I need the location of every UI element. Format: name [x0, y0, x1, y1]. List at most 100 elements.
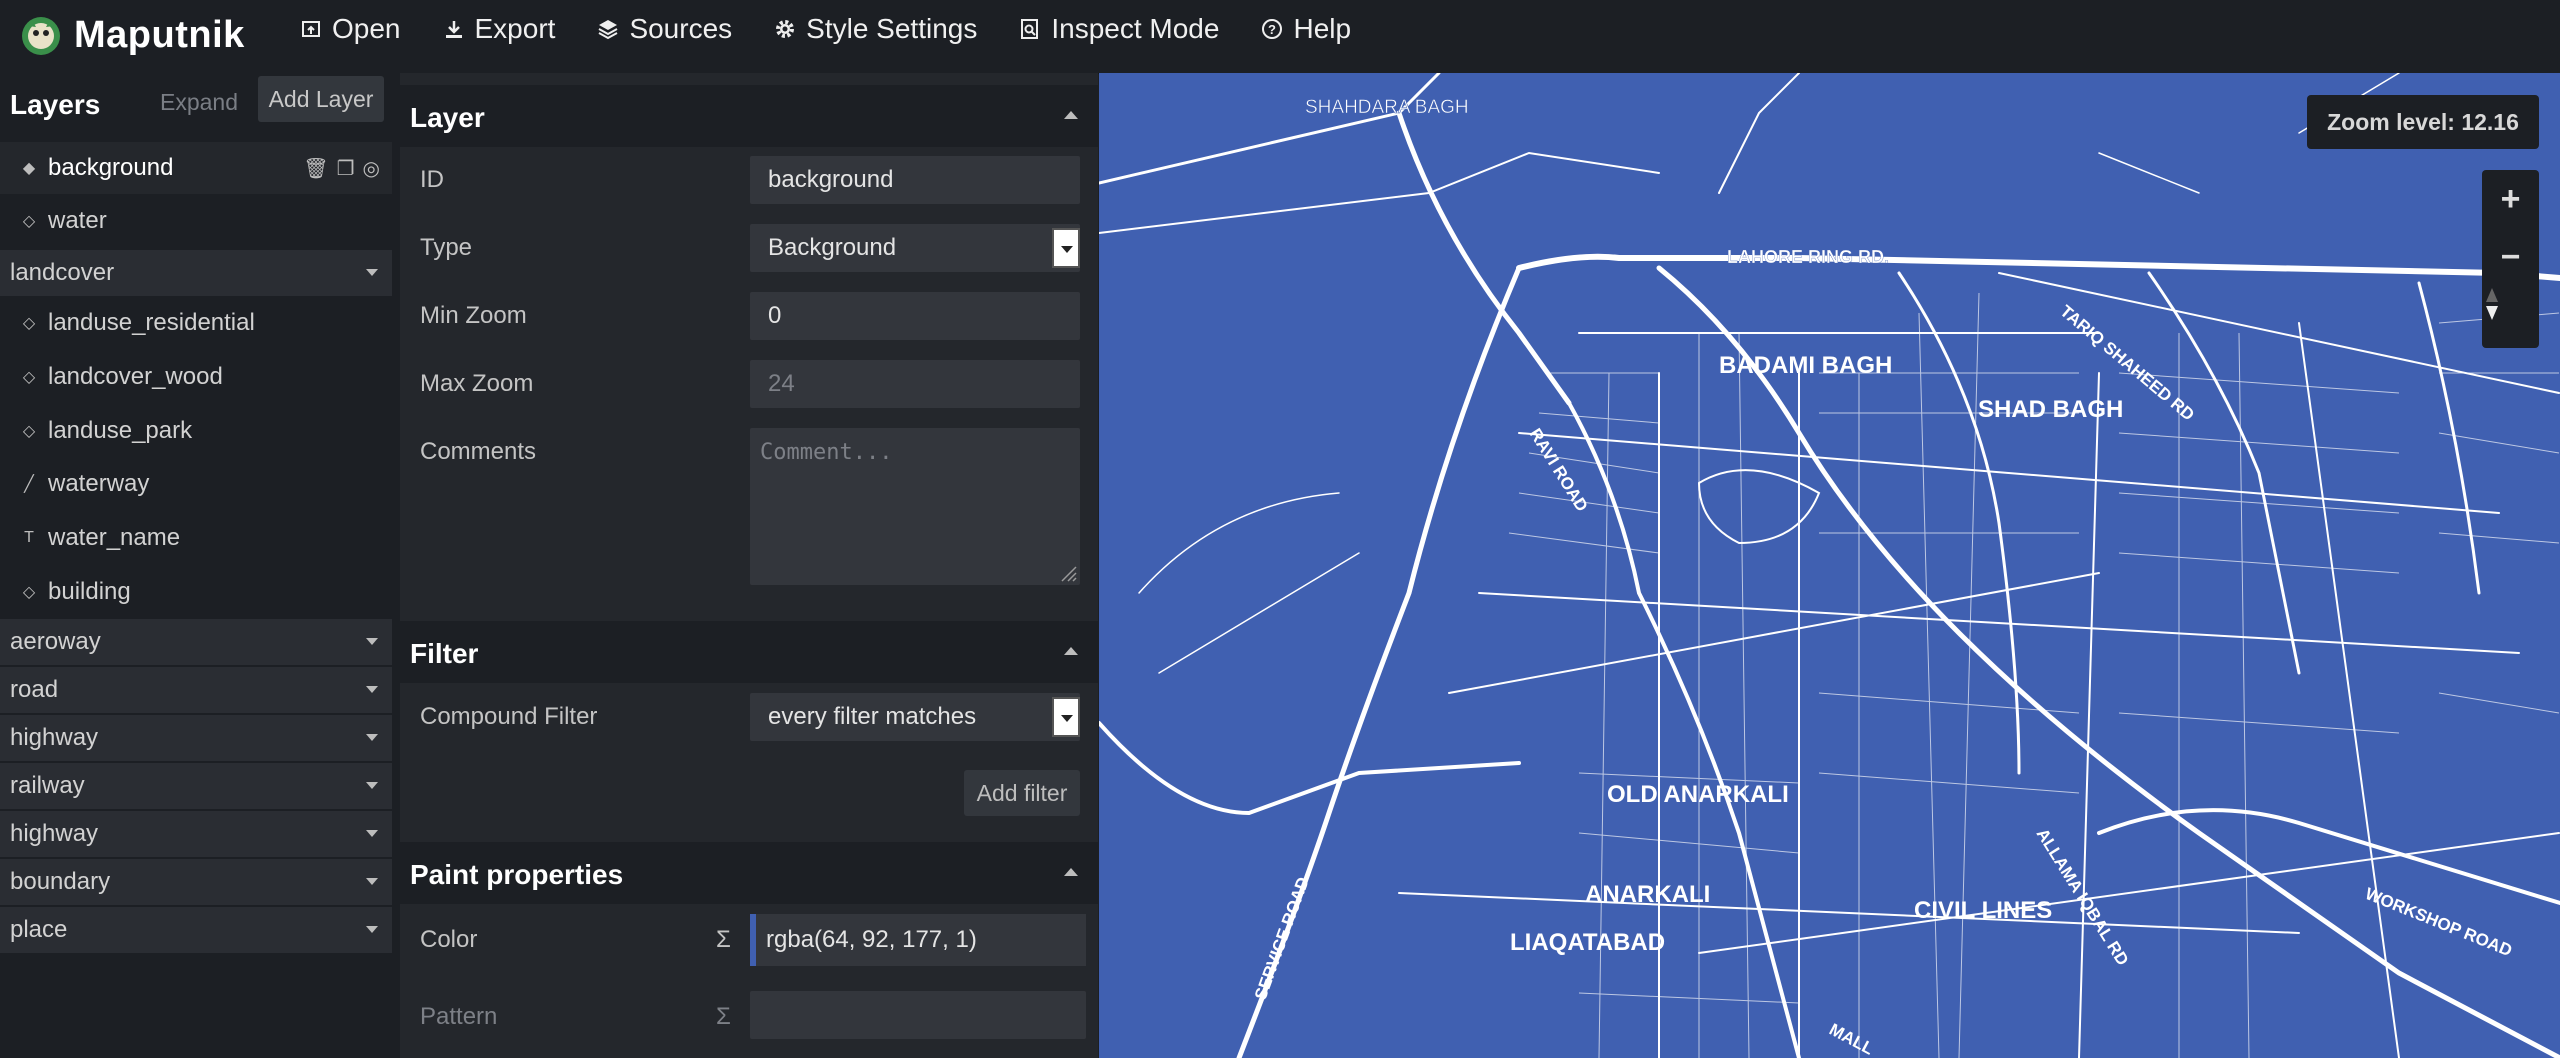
sigma-icon[interactable]: Σ: [716, 1003, 731, 1031]
compound-filter-select[interactable]: every filter matches: [750, 693, 1080, 741]
map-label-service-road: SERVICE ROAD: [1251, 875, 1313, 1003]
group-label: landcover: [10, 259, 115, 286]
max-zoom-label: Max Zoom: [420, 370, 534, 397]
map-label-anarkali: ANARKALI: [1585, 881, 1710, 908]
duplicate-icon[interactable]: ❐: [337, 156, 355, 181]
resize-handle-icon[interactable]: [1056, 561, 1078, 583]
section-title: Filter: [410, 638, 479, 669]
line-icon: ╱: [24, 476, 34, 493]
layer-label: landuse_residential: [48, 309, 255, 336]
layer-item-water-name[interactable]: T water_name: [0, 512, 392, 564]
layer-item-water[interactable]: ◇ water: [0, 195, 392, 247]
layer-actions: 🗑 ❐ ◎: [295, 156, 380, 181]
fill-icon: ◇: [22, 423, 36, 440]
layer-label: waterway: [48, 470, 150, 497]
map-label-workshop-road: WORKSHOP ROAD: [2363, 884, 2515, 960]
help-icon: ?: [1262, 19, 1283, 39]
add-filter-button[interactable]: Add filter: [964, 770, 1080, 816]
layer-item-background[interactable]: ◆ background 🗑 ❐ ◎: [0, 142, 392, 194]
layer-group-aeroway[interactable]: aeroway: [0, 619, 392, 665]
layer-group-place[interactable]: place: [0, 907, 392, 953]
layer-item-waterway[interactable]: ╱ waterway: [0, 458, 392, 510]
group-label: railway: [10, 772, 85, 799]
sources-label: Sources: [629, 13, 733, 44]
id-input[interactable]: background: [750, 156, 1080, 204]
type-select[interactable]: Background: [750, 224, 1080, 272]
visibility-icon[interactable]: ◎: [363, 156, 380, 181]
map-label-old-anarkali: OLD ANARKALI: [1607, 781, 1789, 808]
inspect-mode-label: Inspect Mode: [1051, 13, 1220, 44]
layer-item-building[interactable]: ◇ building: [0, 566, 392, 618]
fill-icon: ◇: [22, 584, 36, 601]
zoom-in-button[interactable]: +: [2482, 170, 2539, 228]
top-toolbar: Maputnik Open Export Sources Style Setti…: [0, 0, 2560, 74]
pattern-label: Pattern: [420, 1003, 498, 1030]
layer-section-header[interactable]: Layer: [400, 85, 1098, 147]
sources-button[interactable]: Sources: [597, 13, 732, 45]
open-label: Open: [332, 13, 401, 44]
group-label: place: [10, 916, 68, 943]
min-zoom-input[interactable]: 0: [750, 292, 1080, 340]
max-zoom-input[interactable]: 24: [750, 360, 1080, 408]
pattern-input[interactable]: [750, 991, 1086, 1039]
comments-placeholder: Comment...: [760, 440, 893, 465]
sigma-icon[interactable]: Σ: [716, 926, 731, 954]
layers-icon: [598, 20, 618, 40]
layer-group-highway-2[interactable]: highway: [0, 811, 392, 857]
id-label: ID: [420, 166, 444, 193]
filter-section-header[interactable]: Filter: [400, 621, 1098, 683]
delete-icon[interactable]: 🗑: [303, 156, 328, 181]
export-button[interactable]: Export: [443, 13, 555, 45]
layer-label: landcover_wood: [48, 363, 223, 390]
compass-icon: [2486, 288, 2498, 320]
chevron-down-icon: [366, 686, 378, 693]
group-label: highway: [10, 724, 99, 751]
help-button[interactable]: ? Help: [1261, 13, 1351, 45]
paint-section-header[interactable]: Paint properties: [400, 842, 1098, 904]
maputnik-logo-icon: [22, 17, 60, 55]
help-label: Help: [1293, 13, 1352, 44]
inspect-mode-button[interactable]: Inspect Mode: [1019, 13, 1219, 45]
compass-button[interactable]: [2482, 286, 2539, 344]
layer-group-boundary[interactable]: boundary: [0, 859, 392, 905]
group-label: road: [10, 676, 59, 703]
layer-label: water_name: [48, 524, 181, 551]
layer-item-landcover-wood[interactable]: ◇ landcover_wood: [0, 351, 392, 403]
layer-group-highway[interactable]: highway: [0, 715, 392, 761]
min-zoom-label: Min Zoom: [420, 302, 527, 329]
style-settings-label: Style Settings: [806, 13, 978, 44]
map-label-civil-lines: CIVIL LINES: [1914, 897, 2052, 924]
comments-textarea[interactable]: Comment...: [750, 428, 1080, 585]
chevron-down-icon: [366, 782, 378, 789]
color-input[interactable]: rgba(64, 92, 177, 1): [750, 914, 1086, 966]
zoom-out-button[interactable]: −: [2482, 228, 2539, 286]
chevron-down-icon: [366, 734, 378, 741]
map-canvas[interactable]: SHAHDARA BAGH LAHORE RING RD. BADAMI BAG…: [1099, 73, 2560, 1058]
style-settings-button[interactable]: Style Settings: [774, 13, 977, 45]
add-layer-button[interactable]: Add Layer: [258, 76, 384, 122]
layer-group-railway[interactable]: railway: [0, 763, 392, 809]
brand[interactable]: Maputnik: [18, 12, 245, 58]
svg-text:?: ?: [1268, 22, 1276, 37]
group-label: aeroway: [10, 628, 101, 655]
group-label: highway: [10, 820, 99, 847]
layer-group-road[interactable]: road: [0, 667, 392, 713]
expand-button[interactable]: Expand: [160, 89, 238, 116]
layer-group-landcover[interactable]: landcover: [0, 250, 392, 296]
layers-header: Layers Expand Add Layer: [0, 73, 400, 133]
layer-item-landuse-residential[interactable]: ◇ landuse_residential: [0, 297, 392, 349]
map-roads: SHAHDARA BAGH LAHORE RING RD. BADAMI BAG…: [1099, 73, 2560, 1058]
chevron-down-icon: [366, 878, 378, 885]
open-icon: [302, 21, 320, 37]
chevron-down-icon: [366, 830, 378, 837]
symbol-icon: T: [24, 529, 34, 546]
layer-editor: Layer ID background Type Background Min …: [400, 73, 1098, 1058]
type-select-value: Background: [768, 234, 897, 261]
download-icon: [445, 21, 462, 38]
compound-filter-value: every filter matches: [768, 703, 977, 730]
layer-label: background: [48, 154, 174, 181]
zoom-controls: + −: [2482, 170, 2539, 348]
layer-item-landuse-park[interactable]: ◇ landuse_park: [0, 405, 392, 457]
open-button[interactable]: Open: [300, 13, 401, 45]
fill-icon: ◆: [22, 160, 36, 177]
